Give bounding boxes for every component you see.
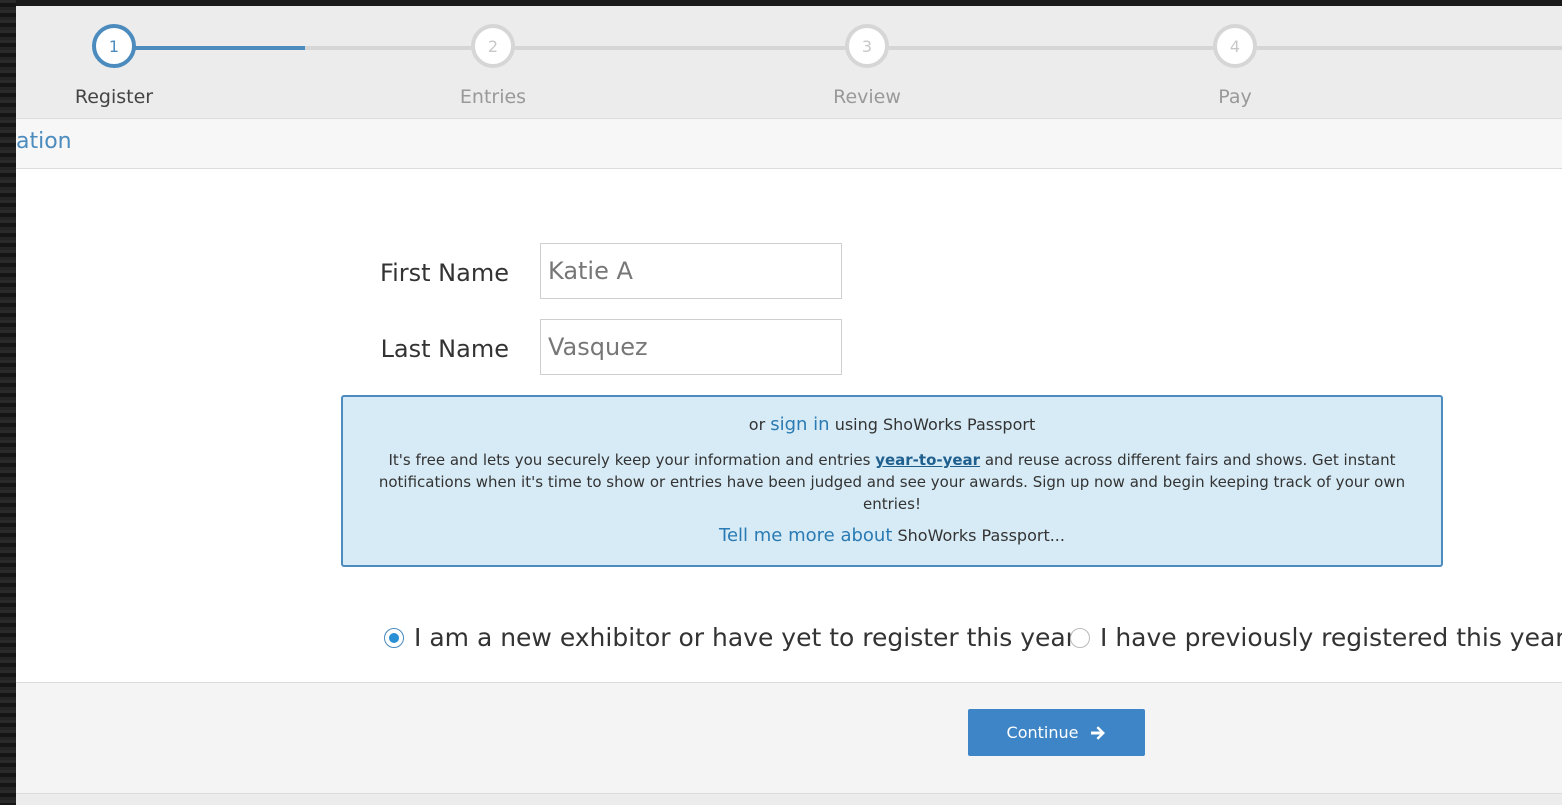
continue-label: Continue [1006,723,1079,742]
previously-registered-option[interactable]: I have previously registered this year [1070,623,1562,652]
new-exhibitor-radio[interactable] [384,627,404,648]
last-name-input[interactable] [540,319,842,375]
stepper-progress [113,46,305,50]
first-name-input[interactable] [540,243,842,299]
passport-info-box: or sign in using ShoWorks Passport It's … [341,395,1443,567]
signin-suffix: using ShoWorks Passport [834,415,1036,434]
form-footer: Continue [16,682,1562,794]
new-exhibitor-option[interactable]: I am a new exhibitor or have yet to regi… [384,623,1076,652]
step-number: 1 [92,24,136,68]
description-prefix: It's free and lets you securely keep you… [388,451,871,469]
passport-signin-line: or sign in using ShoWorks Passport [343,414,1441,435]
step-label: Entries [459,86,527,108]
registration-form: First Name Last Name or sign in using Sh… [16,169,1562,682]
section-title: ation [16,129,72,154]
step-label: Pay [1218,86,1252,108]
step-number: 2 [471,24,515,68]
previously-registered-label: I have previously registered this year [1100,623,1562,652]
more-suffix: ShoWorks Passport... [897,526,1065,545]
stepper-track [113,46,1562,50]
passport-description: It's free and lets you securely keep you… [363,449,1421,515]
continue-button[interactable]: Continue [968,709,1145,756]
progress-stepper: 1 Register 2 Entries 3 Review 4 Pay [16,6,1562,118]
arrow-right-icon [1091,725,1106,740]
signin-prefix: or [748,415,766,434]
new-exhibitor-label: I am a new exhibitor or have yet to regi… [414,623,1076,652]
tell-me-more-link[interactable]: Tell me more about [719,525,892,546]
step-number: 4 [1213,24,1257,68]
passport-more-line: Tell me more about ShoWorks Passport... [343,525,1441,546]
year-to-year-link[interactable]: year-to-year [875,451,980,469]
step-number: 3 [845,24,889,68]
step-label: Review [833,86,901,108]
step-label: Register [74,86,154,108]
registration-page: 1 Register 2 Entries 3 Review 4 Pay atio… [16,6,1562,805]
section-header: ation [16,118,1562,169]
previously-registered-radio[interactable] [1070,627,1090,648]
background-edge [0,0,16,805]
first-name-label: First Name [380,259,509,287]
last-name-label: Last Name [380,335,509,363]
sign-in-link[interactable]: sign in [770,414,829,435]
